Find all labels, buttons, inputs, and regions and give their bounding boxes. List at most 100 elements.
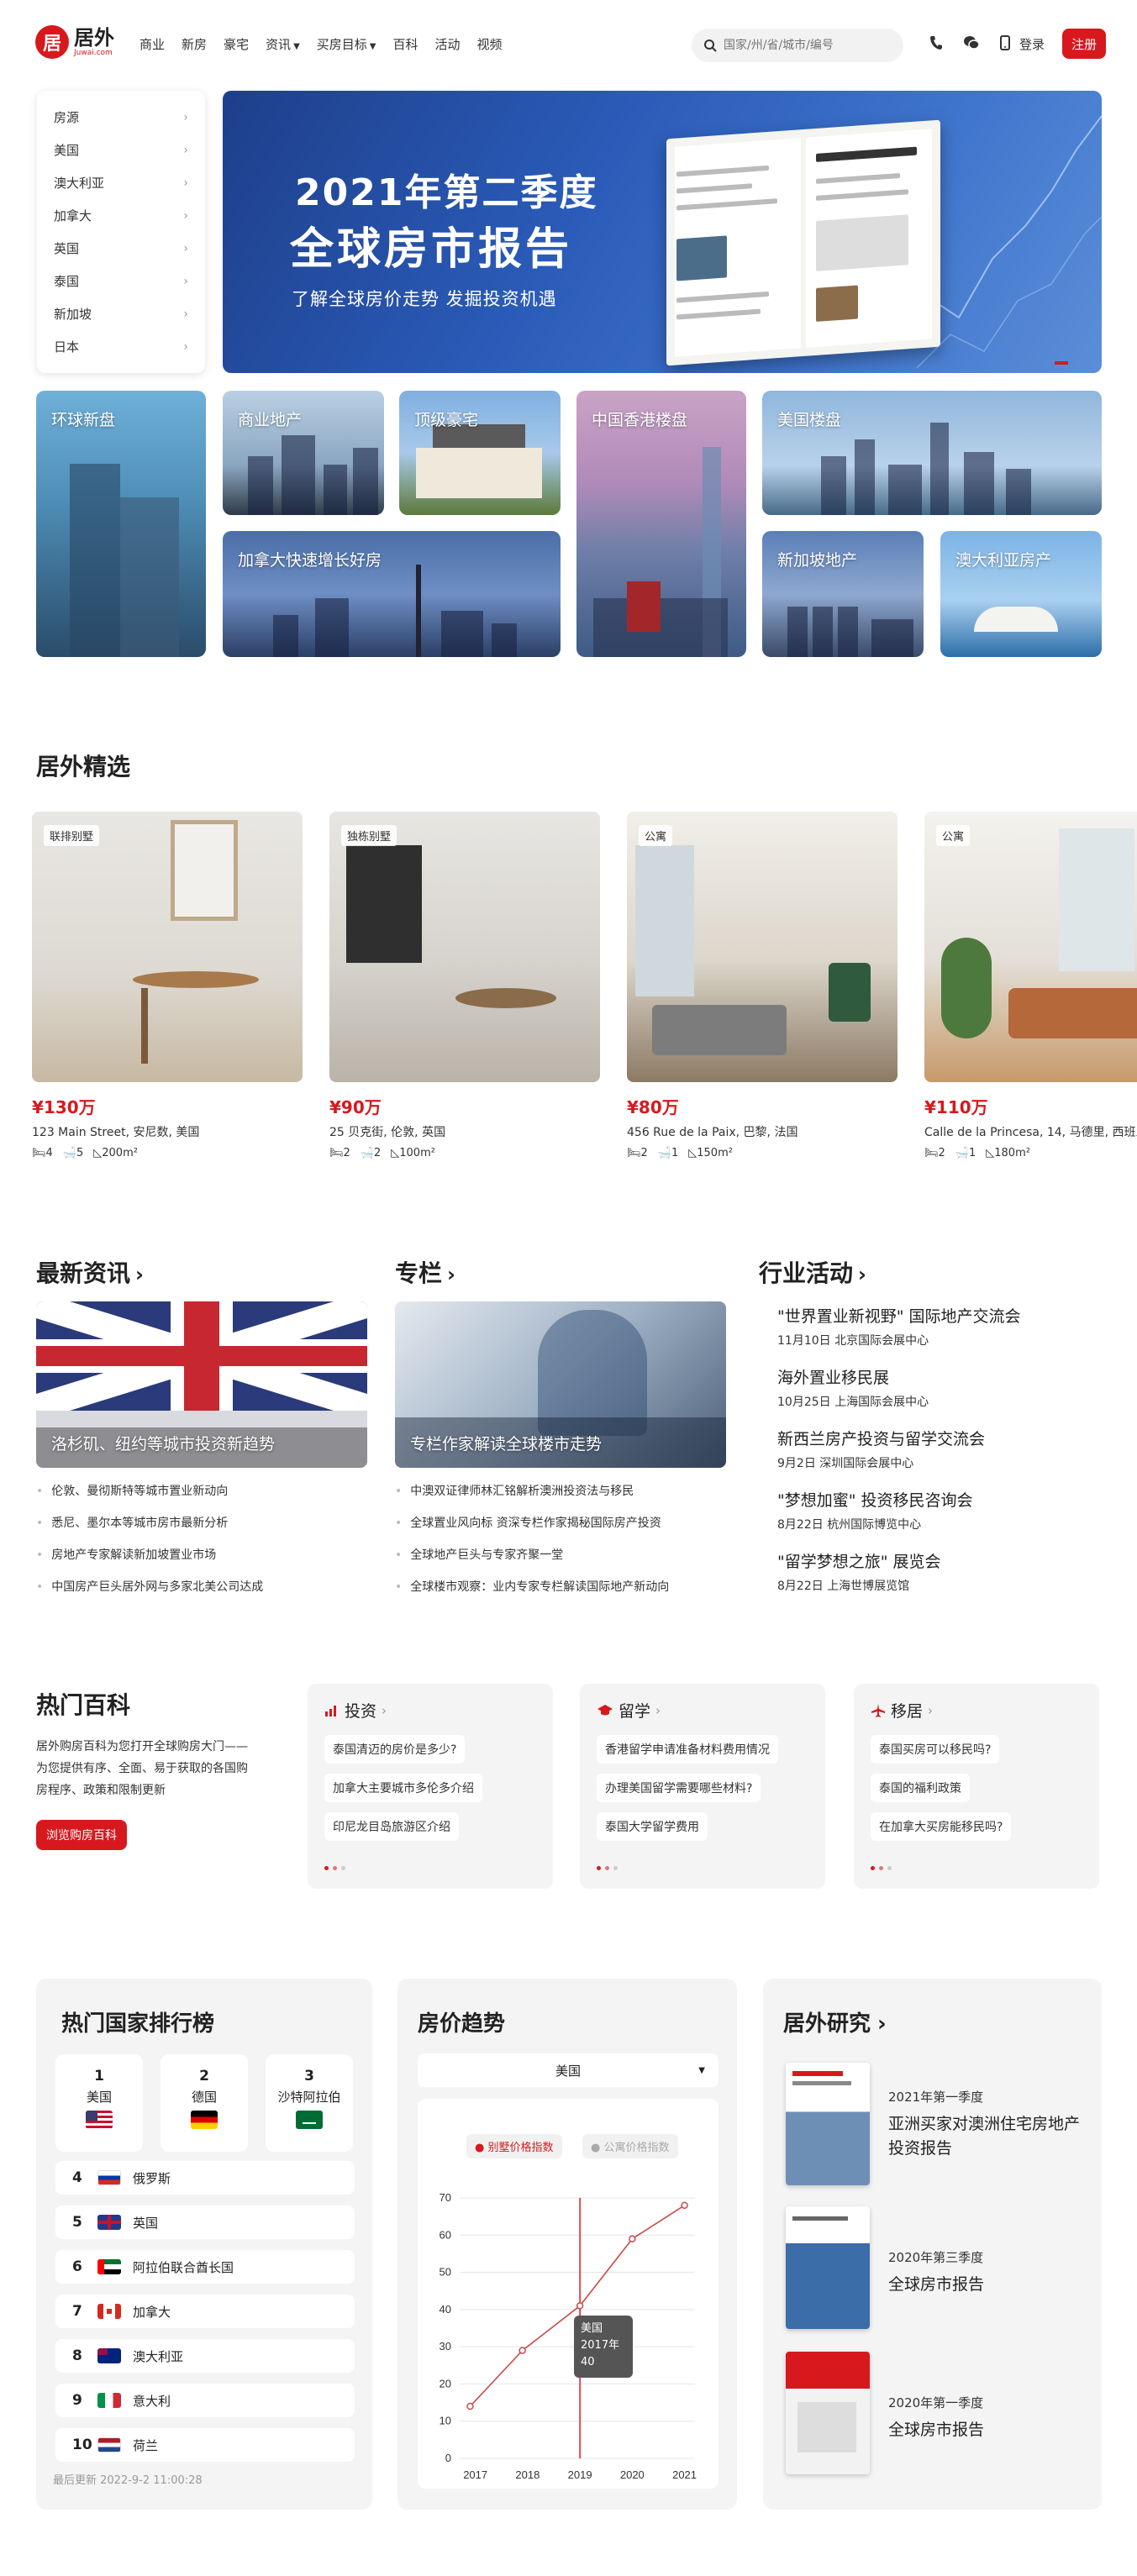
- ranking-row[interactable]: 5 英国: [55, 2205, 355, 2239]
- event-item[interactable]: "世界置业新视野" 国际地产交流会 11月10日 北京国际会展中心: [777, 1304, 1113, 1348]
- wiki-box-header[interactable]: 投资 ›: [324, 1699, 536, 1722]
- carousel-dots[interactable]: [324, 1866, 345, 1870]
- wiki-question[interactable]: 印尼龙目岛旅游区介绍: [324, 1812, 459, 1841]
- column-item[interactable]: 全球置业风向标 资深专栏作家揭秘国际房产投资: [395, 1507, 748, 1539]
- property-card[interactable]: 联排别墅 ¥130万 123 Main Street, 安尼数, 美国 🛏4 🛁5…: [32, 812, 303, 1159]
- column-title[interactable]: 专栏 ›: [395, 1255, 455, 1289]
- tile-usa[interactable]: 美国楼盘: [762, 391, 1102, 515]
- logo-text: 居外: [74, 25, 114, 50]
- wiki-box-header[interactable]: 移居 ›: [871, 1699, 1082, 1722]
- column-item[interactable]: 全球楼市观察：业内专家专栏解读国际地产新动向: [395, 1571, 748, 1603]
- bed-icon: 🛏: [32, 1147, 46, 1159]
- column-item[interactable]: 中澳双证律师林汇铭解析澳洲投资法与移民: [395, 1475, 748, 1507]
- wiki-question[interactable]: 泰国清迈的房价是多少?: [324, 1735, 466, 1764]
- country-select[interactable]: 美国 ▼: [418, 2053, 719, 2087]
- logo[interactable]: 居 居外 Juwai.com: [35, 25, 114, 59]
- property-address[interactable]: Calle de la Princesa, 14, 马德里, 西班牙: [924, 1123, 1137, 1140]
- property-card[interactable]: 公寓 ¥110万 Calle de la Princesa, 14, 马德里, …: [924, 812, 1137, 1159]
- property-address[interactable]: 25 贝克街, 伦敦, 英国: [329, 1123, 600, 1140]
- events-title[interactable]: 行业活动 ›: [759, 1255, 866, 1289]
- nav-commercial[interactable]: 商业: [139, 35, 165, 53]
- news-image[interactable]: 洛杉矶、纽约等城市投资新趋势: [36, 1301, 367, 1468]
- property-card[interactable]: 公寓 ¥80万 456 Rue de la Paix, 巴黎, 法国 🛏2 🛁1 ◺…: [627, 812, 897, 1159]
- menu-item-japan[interactable]: 日本 ›: [37, 330, 205, 363]
- carousel-dots[interactable]: [597, 1866, 618, 1870]
- banner-indicator-active[interactable]: [1055, 361, 1068, 365]
- event-item[interactable]: "留学梦想之旅" 展览会 8月22日 上海世博展览馆: [777, 1549, 1113, 1594]
- price-trend-chart[interactable]: 0 10 20 30 40 50 60 70 2017 2018 2019 2020 2021: [418, 2099, 719, 2489]
- nav-wiki[interactable]: 百科: [392, 35, 418, 53]
- mobile-icon[interactable]: [1000, 35, 1010, 50]
- event-item[interactable]: "梦想加蜜" 投资移民咨询会 8月22日 杭州国际博览中心: [777, 1488, 1113, 1532]
- nav-news[interactable]: 资讯 ▼: [266, 35, 300, 53]
- news-item[interactable]: 中国房产巨头居外网与多家北美公司达成: [36, 1571, 372, 1603]
- nav-buy-goal[interactable]: 买房目标 ▼: [317, 35, 376, 53]
- research-title[interactable]: 居外研究 ›: [783, 2006, 887, 2037]
- wiki-question[interactable]: 办理美国留学需要哪些材料?: [597, 1774, 761, 1802]
- wiki-box-study: 留学 › 香港留学申请准备材料费用情况 办理美国留学需要哪些材料? 泰国大学留学费…: [580, 1684, 825, 1889]
- ranking-row[interactable]: 8 澳大利亚: [55, 2339, 355, 2373]
- menu-item-listings[interactable]: 房源 ›: [37, 101, 205, 134]
- wiki-box-header[interactable]: 留学 ›: [597, 1699, 808, 1722]
- wiki-question[interactable]: 泰国的福利政策: [871, 1774, 970, 1802]
- menu-item-canada[interactable]: 加拿大 ›: [37, 199, 205, 232]
- news-title[interactable]: 最新资讯 ›: [36, 1255, 144, 1289]
- property-address[interactable]: 456 Rue de la Paix, 巴黎, 法国: [627, 1123, 897, 1140]
- nav-events[interactable]: 活动: [435, 35, 461, 53]
- tile-commercial[interactable]: 商业地产: [223, 391, 384, 515]
- browse-wiki-button[interactable]: 浏览购房百科: [36, 1820, 127, 1850]
- carousel-dots[interactable]: [871, 1866, 892, 1870]
- register-button[interactable]: 注册: [1062, 29, 1106, 59]
- property-photo[interactable]: 公寓: [924, 812, 1137, 1082]
- wiki-question[interactable]: 泰国大学留学费用: [597, 1812, 708, 1841]
- ranking-row[interactable]: 9 意大利: [55, 2384, 355, 2417]
- property-photo[interactable]: 独栋别墅: [329, 812, 600, 1082]
- nav-video[interactable]: 视频: [477, 35, 503, 53]
- menu-item-uk[interactable]: 英国 ›: [37, 232, 205, 265]
- area-icon: ◺: [93, 1147, 103, 1159]
- tile-canada[interactable]: 加拿大快速增长好房: [223, 531, 561, 657]
- tile-global-new[interactable]: 环球新盘: [36, 391, 206, 657]
- property-address[interactable]: 123 Main Street, 安尼数, 美国: [32, 1123, 303, 1140]
- wiki-question[interactable]: 在加拿大买房能移民吗?: [871, 1812, 1012, 1841]
- menu-item-singapore[interactable]: 新加坡 ›: [37, 297, 205, 330]
- ranking-row[interactable]: 10 荷兰: [55, 2428, 355, 2462]
- search-input[interactable]: [724, 39, 883, 52]
- tile-singapore[interactable]: 新加坡地产: [762, 531, 924, 657]
- tile-luxury[interactable]: 顶级豪宅: [399, 391, 561, 515]
- news-item[interactable]: 悉尼、墨尔本等城市房市最新分析: [36, 1507, 372, 1539]
- news-item[interactable]: 伦敦、曼彻斯特等城市置业新动向: [36, 1475, 372, 1507]
- flag-germany-icon: [191, 2111, 218, 2129]
- wiki-question[interactable]: 加拿大主要城市多伦多介绍: [324, 1774, 482, 1802]
- flag-canada-icon: [97, 2304, 121, 2319]
- event-item[interactable]: 海外置业移民展 10月25日 上海国际会展中心: [777, 1365, 1113, 1410]
- menu-item-usa[interactable]: 美国 ›: [37, 134, 205, 166]
- ranking-row[interactable]: 6 阿拉伯联合酋长国: [55, 2250, 355, 2284]
- property-photo[interactable]: 联排别墅: [32, 812, 303, 1082]
- wiki-question[interactable]: 香港留学申请准备材料费用情况: [597, 1735, 778, 1764]
- nav-new-homes[interactable]: 新房: [182, 35, 207, 53]
- ranking-top-item[interactable]: 3 沙特阿拉伯: [266, 2054, 353, 2152]
- event-item[interactable]: 新西兰房产投资与留学交流会 9月2日 深圳国际会展中心: [777, 1427, 1113, 1471]
- phone-icon[interactable]: [929, 35, 943, 50]
- ranking-top-item[interactable]: 1 美国: [55, 2054, 143, 2152]
- wechat-icon[interactable]: [963, 35, 980, 50]
- wiki-question[interactable]: 泰国买房可以移民吗?: [871, 1735, 1000, 1764]
- property-card[interactable]: 独栋别墅 ¥90万 25 贝克街, 伦敦, 英国 🛏2 🛁2 ◺100m²: [329, 812, 600, 1159]
- nav-luxury[interactable]: 豪宅: [224, 35, 249, 53]
- column-image[interactable]: 专栏作家解读全球楼市走势: [395, 1301, 726, 1468]
- hero-banner[interactable]: 2021年第二季度 全球房市报告 了解全球房价走势 发掘投资机遇: [223, 91, 1102, 373]
- news-item[interactable]: 房地产专家解读新加坡置业市场: [36, 1539, 372, 1571]
- property-photo[interactable]: 公寓: [627, 812, 897, 1082]
- news-caption: 洛杉矶、纽约等城市投资新趋势: [51, 1435, 276, 1454]
- property-price: ¥130万: [32, 1097, 96, 1117]
- ranking-top-item[interactable]: 2 德国: [161, 2054, 248, 2152]
- tile-hong-kong[interactable]: 中国香港楼盘: [576, 391, 746, 657]
- ranking-row[interactable]: 4 俄罗斯: [55, 2161, 355, 2195]
- login-link[interactable]: 登录: [1019, 35, 1045, 53]
- tile-australia[interactable]: 澳大利亚房产: [940, 531, 1102, 657]
- column-item[interactable]: 全球地产巨头与专家齐聚一堂: [395, 1539, 748, 1571]
- menu-item-thailand[interactable]: 泰国 ›: [37, 265, 205, 297]
- menu-item-australia[interactable]: 澳大利亚 ›: [37, 166, 205, 199]
- ranking-row[interactable]: 7 加拿大: [55, 2295, 355, 2328]
